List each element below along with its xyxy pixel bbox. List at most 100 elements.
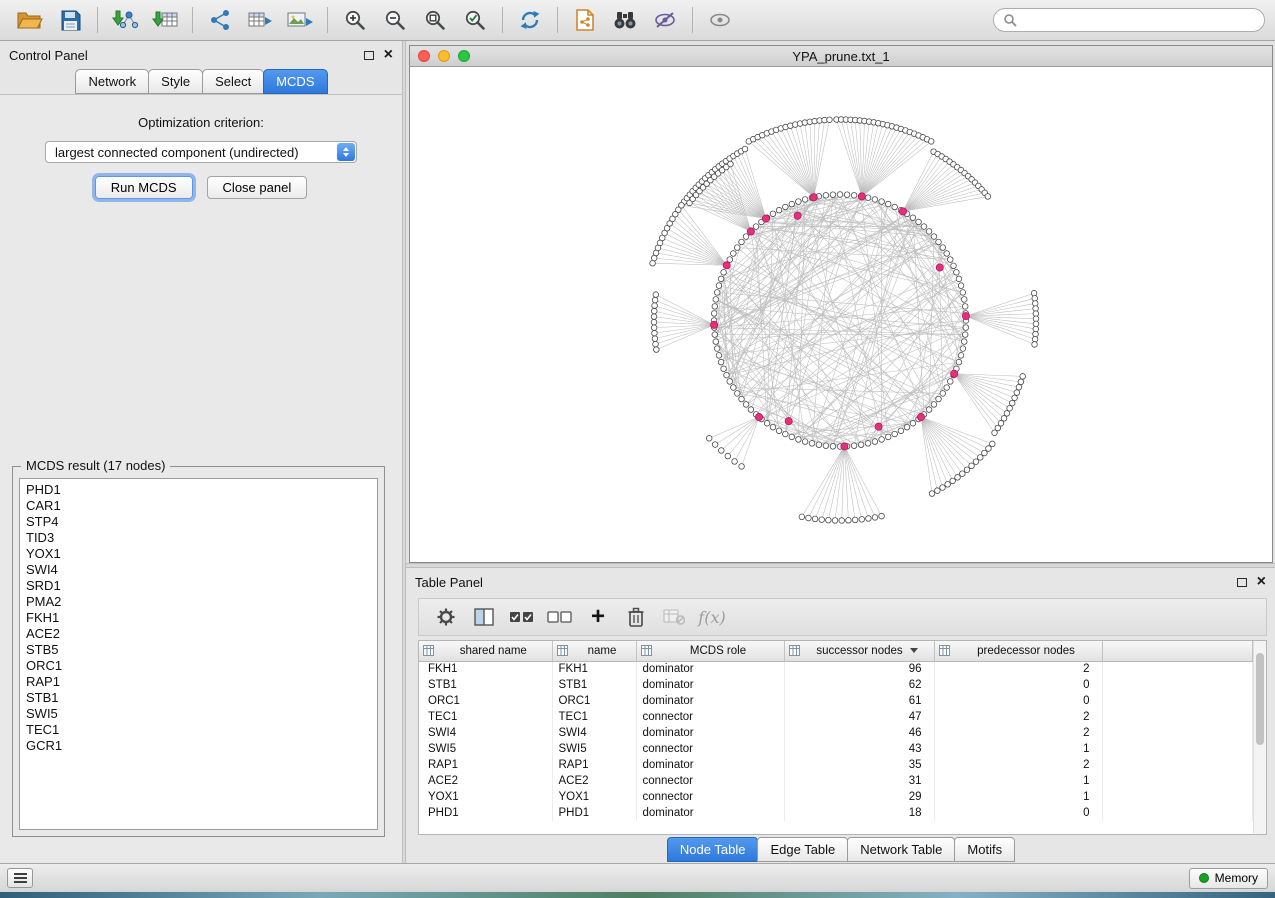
tab-style[interactable]: Style [148,69,203,94]
network-canvas[interactable] [410,67,1272,562]
close-panel-button[interactable]: Close panel [207,176,308,199]
select-stepper-icon [337,143,355,161]
mcds-result-item[interactable]: STB5 [26,642,371,658]
search-input[interactable] [1023,13,1255,27]
mcds-result-item[interactable]: TID3 [26,530,371,546]
new-network-button[interactable] [200,4,240,36]
export-table-icon [247,9,273,31]
refresh-view-button[interactable] [510,4,550,36]
float-panel-icon[interactable] [364,51,374,60]
zoom-in-icon [344,9,366,31]
column-header-name[interactable]: name [552,641,636,661]
table-row[interactable]: TEC1TEC1connector472 [419,709,1253,725]
function-builder-button: f(x) [693,602,731,632]
search-icon [1003,13,1017,27]
tab-edge-table[interactable]: Edge Table [757,837,848,862]
run-mcds-button[interactable]: Run MCDS [95,176,193,199]
mcds-result-title: MCDS result (17 nodes) [21,458,170,473]
table-toolbar: + [418,598,1267,636]
table-row[interactable]: SWI4SWI4dominator462 [419,725,1253,741]
table-row[interactable]: FKH1FKH1dominator962 [419,661,1253,677]
memory-button[interactable]: Memory [1189,868,1268,889]
add-column-button[interactable]: + [579,602,617,632]
export-network-button[interactable] [565,4,605,36]
import-network-button[interactable] [105,4,145,36]
mcds-result-groupbox: MCDS result (17 nodes) PHD1CAR1STP4TID3Y… [12,466,385,837]
mcds-result-list[interactable]: PHD1CAR1STP4TID3YOX1SWI4SRD1PMA2FKH1ACE2… [19,478,378,830]
mcds-tab-content: Optimization criterion: largest connecte… [0,94,402,863]
toolbar-separator [97,7,98,33]
tab-network-table[interactable]: Network Table [847,837,955,862]
mcds-result-item[interactable]: STP4 [26,514,371,530]
mcds-result-item[interactable]: PMA2 [26,594,371,610]
hide-elements-button[interactable] [645,4,685,36]
tab-mcds[interactable]: MCDS [263,69,327,94]
mcds-result-item[interactable]: PHD1 [26,482,371,498]
table-panel: Table Panel × [406,568,1275,863]
column-header-successor-nodes[interactable]: successor nodes [784,641,934,661]
mcds-result-item[interactable]: TEC1 [26,722,371,738]
show-columns-button[interactable] [465,602,503,632]
search-box[interactable] [993,8,1265,32]
mcds-result-item[interactable]: SWI4 [26,562,371,578]
mcds-result-item[interactable]: FKH1 [26,610,371,626]
refresh-icon [519,9,541,31]
close-table-panel-icon[interactable]: × [1257,574,1266,590]
mcds-result-item[interactable]: ORC1 [26,658,371,674]
delete-column-button[interactable] [617,602,655,632]
find-button[interactable] [605,4,645,36]
network-window-titlebar[interactable]: YPA_prune.txt_1 [410,46,1272,67]
sort-chevron-icon[interactable] [910,648,918,657]
toolbar-separator [692,7,693,33]
close-panel-icon[interactable]: × [384,47,393,63]
tab-select[interactable]: Select [202,69,264,94]
network-window-title: YPA_prune.txt_1 [410,49,1272,64]
table-scrollbar-thumb[interactable] [1256,653,1264,745]
mcds-result-item[interactable]: GCR1 [26,738,371,754]
mcds-result-item[interactable]: SWI5 [26,706,371,722]
column-header-predecessor-nodes[interactable]: predecessor nodes [934,641,1102,661]
mcds-result-item[interactable]: STB1 [26,690,371,706]
mcds-result-item[interactable]: YOX1 [26,546,371,562]
window-maximize-light[interactable] [458,50,470,62]
clear-selection-button[interactable] [541,602,579,632]
mcds-result-item[interactable]: RAP1 [26,674,371,690]
export-table-button[interactable] [240,4,280,36]
save-session-button[interactable] [50,4,90,36]
table-row[interactable]: SWI5SWI5connector431 [419,741,1253,757]
mcds-result-item[interactable]: CAR1 [26,498,371,514]
eye-slash-icon [653,9,677,31]
table-row[interactable]: YOX1YOX1connector291 [419,789,1253,805]
window-minimize-light[interactable] [438,50,450,62]
zoom-selected-button[interactable] [455,4,495,36]
export-image-button[interactable] [280,4,320,36]
tab-network[interactable]: Network [75,69,149,94]
table-settings-button[interactable] [427,602,465,632]
table-row[interactable]: ACE2ACE2connector311 [419,773,1253,789]
float-table-panel-icon[interactable] [1237,578,1247,587]
zoom-in-button[interactable] [335,4,375,36]
select-all-button[interactable] [503,602,541,632]
tab-motifs[interactable]: Motifs [954,837,1015,862]
show-elements-button[interactable] [700,4,740,36]
mcds-result-item[interactable]: SRD1 [26,578,371,594]
zoom-out-button[interactable] [375,4,415,36]
node-table-body: FKH1FKH1dominator962STB1STB1dominator620… [419,661,1253,821]
table-row[interactable]: PHD1PHD1dominator180 [419,805,1253,821]
window-close-light[interactable] [418,50,430,62]
zoom-fit-button[interactable] [415,4,455,36]
table-row[interactable]: ORC1ORC1dominator610 [419,693,1253,709]
optimization-criterion-select[interactable]: largest connected component (undirected) [45,141,357,163]
control-panel: Control Panel × Network Style Select MCD… [0,41,402,863]
column-header-mcds-role[interactable]: MCDS role [636,641,784,661]
column-header-shared-name[interactable]: shared name [419,641,552,661]
status-menu-button[interactable] [7,868,33,888]
open-file-button[interactable] [10,4,50,36]
table-row[interactable]: STB1STB1dominator620 [419,677,1253,693]
criterion-selected-value: largest connected component (undirected) [55,145,299,160]
mcds-result-item[interactable]: ACE2 [26,626,371,642]
import-table-button[interactable] [145,4,185,36]
table-scrollbar[interactable] [1253,641,1266,834]
tab-node-table[interactable]: Node Table [667,837,759,862]
table-row[interactable]: RAP1RAP1dominator352 [419,757,1253,773]
